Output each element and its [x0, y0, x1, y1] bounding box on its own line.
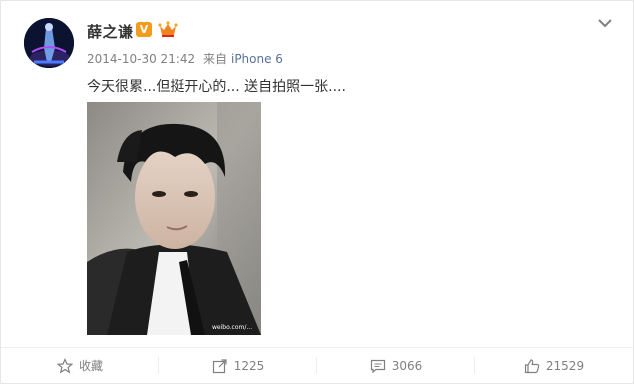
timestamp[interactable]: 2014-10-30 21:42 [87, 52, 195, 66]
avatar[interactable] [24, 18, 74, 68]
post-meta: 2014-10-30 21:42 来自 iPhone 6 [87, 50, 287, 67]
crown-icon[interactable] [158, 21, 178, 38]
repost-count: 1225 [233, 358, 265, 373]
like-count: 21529 [545, 358, 585, 373]
weibo-post-card: 薛之谦 V 2014-10-30 21:42 来自 iPhone 6 今天很累..… [0, 0, 634, 384]
like-button[interactable]: 21529 [475, 348, 633, 383]
photo-watermark: weibo.com/... [212, 324, 253, 331]
repost-button[interactable]: 1225 [159, 348, 317, 383]
device-link[interactable]: iPhone 6 [231, 52, 283, 66]
username[interactable]: 薛之谦 [87, 21, 134, 42]
post-text: 今天很累...但挺开心的... 送自拍照一张.... [87, 79, 346, 95]
source-prefix: 来自 [202, 52, 227, 66]
share-icon [212, 358, 227, 373]
action-bar: 收藏 1225 3066 21529 [1, 348, 633, 383]
favorite-button[interactable]: 收藏 [1, 348, 159, 383]
star-icon [56, 357, 73, 373]
favorite-label: 收藏 [78, 359, 103, 373]
thumbs-up-icon [524, 358, 540, 373]
comment-icon [370, 359, 385, 373]
comment-count: 3066 [391, 358, 423, 373]
post-photo[interactable]: weibo.com/... [87, 102, 261, 335]
verified-icon: V [136, 22, 152, 37]
chevron-down-icon[interactable] [596, 17, 614, 29]
comment-button[interactable]: 3066 [317, 348, 475, 383]
